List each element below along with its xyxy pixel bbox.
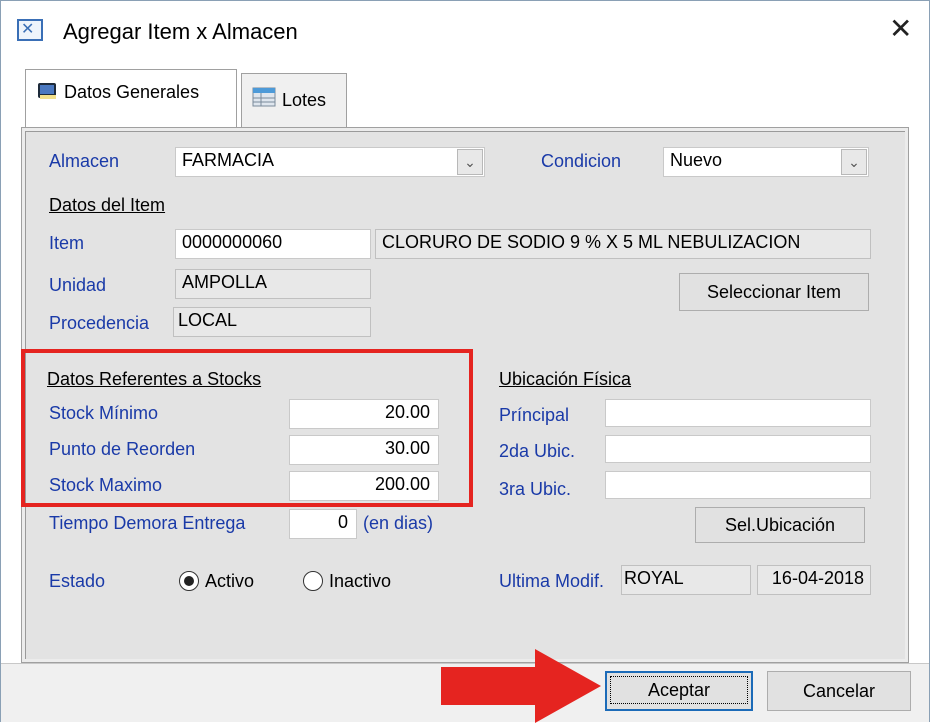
unidad-label: Unidad [49, 275, 107, 295]
unidad-field: AMPOLLA [175, 269, 371, 299]
procedencia-field: LOCAL [173, 307, 371, 337]
condicion-select[interactable]: Nuevo [663, 147, 869, 177]
sel-ubicacion-button[interactable]: Sel.Ubicación [695, 507, 865, 543]
modif-date-field: 16-04-2018 [757, 565, 871, 595]
condicion-value: Nuevo [670, 150, 723, 170]
aceptar-button-label: Aceptar [610, 676, 748, 704]
procedencia-value: LOCAL [178, 310, 238, 330]
stocks-highlight-box [21, 349, 473, 507]
almacen-dropdown-icon[interactable]: ⌄ [457, 149, 483, 175]
seleccionar-item-button[interactable]: Seleccionar Item [679, 273, 869, 311]
condicion-dropdown-icon[interactable]: ⌄ [841, 149, 867, 175]
tab-lotes[interactable]: Lotes [241, 73, 347, 127]
book-icon [36, 80, 60, 107]
title-bar: ✕ Agregar Item x Almacen ✕ [1, 1, 929, 59]
dialog-window: ✕ Agregar Item x Almacen ✕ Datos General… [0, 0, 930, 723]
close-icon[interactable]: ✕ [889, 15, 912, 43]
item-code-value: 0000000060 [182, 232, 283, 252]
ubicacion-header: Ubicación Física [499, 369, 632, 389]
window-title: Agregar Item x Almacen [63, 19, 298, 44]
tiempo-demora-unit: (en dias) [363, 513, 434, 533]
procedencia-label: Procedencia [49, 313, 150, 333]
almacen-value: FARMACIA [182, 150, 275, 170]
aceptar-button[interactable]: Aceptar [605, 671, 753, 711]
cancelar-button[interactable]: Cancelar [767, 671, 911, 711]
ultima-modif-label: Ultima Modif. [499, 571, 605, 591]
second-location-input[interactable] [605, 435, 871, 463]
tab-datos-generales[interactable]: Datos Generales [25, 69, 237, 127]
tab-lotes-label: Lotes [282, 90, 327, 110]
principal-label: Príncipal [499, 405, 570, 425]
datos-item-header: Datos del Item [49, 195, 166, 215]
condicion-label: Condicion [541, 151, 622, 171]
second-location-label: 2da Ubic. [499, 441, 576, 461]
item-label: Item [49, 233, 85, 253]
third-location-label: 3ra Ubic. [499, 479, 572, 499]
tiempo-demora-value: 0 [337, 512, 348, 532]
principal-input[interactable] [605, 399, 871, 427]
item-description-field: CLORURO DE SODIO 9 % X 5 ML NEBULIZACION [375, 229, 871, 259]
radio-inactivo[interactable] [303, 571, 323, 591]
almacen-label: Almacen [49, 151, 120, 171]
unidad-value: AMPOLLA [182, 272, 268, 292]
item-code-input[interactable]: 0000000060 [175, 229, 371, 259]
modif-user-field: ROYAL [621, 565, 751, 595]
tiempo-demora-label: Tiempo Demora Entrega [49, 513, 246, 533]
table-icon [252, 86, 278, 113]
item-description-value: CLORURO DE SODIO 9 % X 5 ML NEBULIZACION [382, 232, 801, 252]
radio-activo-label[interactable]: Activo [205, 571, 254, 592]
radio-activo[interactable] [179, 571, 199, 591]
radio-inactivo-label[interactable]: Inactivo [329, 571, 391, 592]
modif-date-value: 16-04-2018 [771, 568, 864, 588]
third-location-input[interactable] [605, 471, 871, 499]
red-arrow-icon [441, 649, 601, 723]
app-icon: ✕ [17, 19, 43, 41]
tab-datos-generales-label: Datos Generales [64, 82, 200, 102]
almacen-select[interactable]: FARMACIA [175, 147, 485, 177]
estado-label: Estado [49, 571, 106, 591]
modif-user-value: ROYAL [624, 568, 684, 588]
tiempo-demora-input[interactable]: 0 [289, 509, 357, 539]
